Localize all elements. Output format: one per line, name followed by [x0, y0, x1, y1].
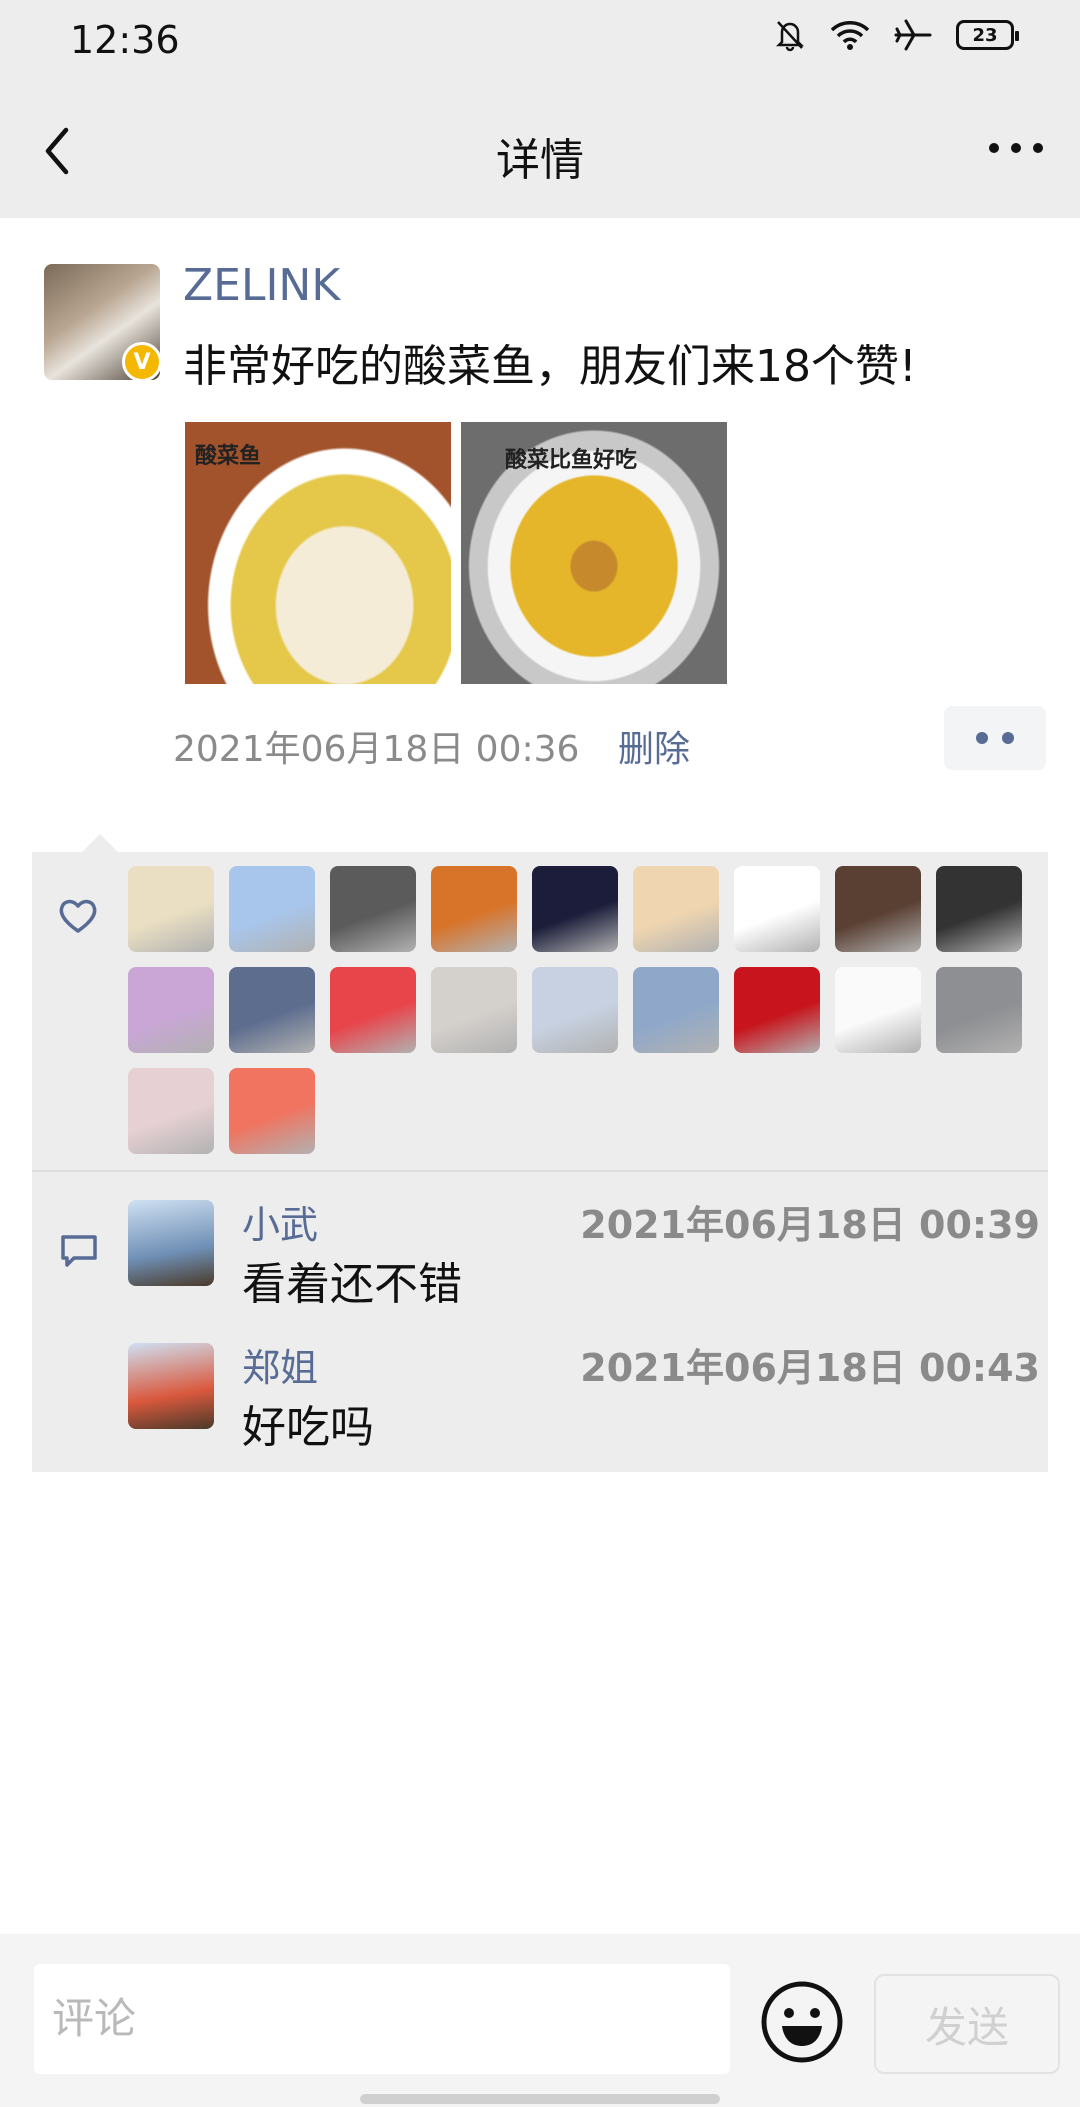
more-dots-icon[interactable] [988, 138, 1044, 158]
status-time: 12:36 [70, 18, 180, 62]
liker-avatar[interactable] [229, 866, 315, 952]
post-photo-1[interactable]: 酸菜鱼 [185, 422, 451, 684]
photo-caption: 酸菜鱼 [195, 444, 262, 469]
comments-section: 小武 2021年06月18日 00:39 看着还不错 郑姐 2021年06月18… [32, 1172, 1048, 1472]
airplane-icon [894, 19, 932, 51]
liker-avatar[interactable] [128, 967, 214, 1053]
likes-section [32, 852, 1048, 1172]
liker-avatar[interactable] [532, 967, 618, 1053]
post-timestamp: 2021年06月18日 00:36 [173, 729, 580, 770]
comment-composer: 评论 发送 [0, 1934, 1080, 2107]
liker-avatar[interactable] [835, 866, 921, 952]
photo-caption: 酸菜比鱼好吃 [505, 448, 638, 473]
dot-icon [976, 732, 988, 744]
liker-avatar[interactable] [734, 866, 820, 952]
nav-bar: 详情 [0, 80, 1080, 218]
commenter-name[interactable]: 小武 [242, 1194, 318, 1249]
liker-avatar[interactable] [330, 967, 416, 1053]
liker-avatar[interactable] [633, 866, 719, 952]
liker-avatar[interactable] [936, 866, 1022, 952]
commenter-avatar[interactable] [128, 1343, 214, 1429]
commenter-name[interactable]: 郑姐 [242, 1337, 318, 1392]
liker-avatar[interactable] [431, 866, 517, 952]
wifi-icon [830, 21, 870, 50]
liker-avatar[interactable] [431, 967, 517, 1053]
author-name[interactable]: ZELINK [183, 260, 340, 311]
comment-item[interactable]: 郑姐 2021年06月18日 00:43 好吃吗 [128, 1343, 1040, 1453]
page-title: 详情 [496, 135, 584, 186]
liker-avatar[interactable] [532, 866, 618, 952]
liker-avatar[interactable] [633, 967, 719, 1053]
smiley-icon[interactable] [760, 1980, 844, 2064]
liker-avatar[interactable] [229, 967, 315, 1053]
liker-avatars [128, 866, 1022, 1154]
delete-link[interactable]: 删除 [618, 720, 690, 772]
post-actions-button[interactable] [944, 706, 1046, 770]
comment-time: 2021年06月18日 00:43 [580, 1346, 1040, 1390]
mute-bell-icon [775, 21, 805, 52]
liker-avatar[interactable] [229, 1068, 315, 1154]
dot-icon [1002, 732, 1014, 744]
comment-text: 好吃吗 [242, 1402, 374, 1453]
comment-input[interactable]: 评论 [34, 1964, 730, 2074]
status-icons: 23 [774, 18, 1019, 52]
home-indicator [360, 2094, 720, 2104]
liker-avatar[interactable] [128, 866, 214, 952]
liker-avatar[interactable] [734, 967, 820, 1053]
battery-icon: 23 [956, 20, 1019, 50]
comment-item[interactable]: 小武 2021年06月18日 00:39 看着还不错 [128, 1200, 1040, 1310]
liker-avatar[interactable] [835, 967, 921, 1053]
post-photo-2[interactable]: 酸菜比鱼好吃 [461, 422, 727, 684]
comment-icon [61, 1235, 97, 1267]
liker-avatar[interactable] [936, 967, 1022, 1053]
liker-avatar[interactable] [330, 866, 416, 952]
post-text: 非常好吃的酸菜鱼，朋友们来18个赞! [183, 341, 917, 392]
status-bar: 12:36 23 [0, 0, 1080, 80]
comment-text: 看着还不错 [242, 1259, 462, 1310]
send-button[interactable]: 发送 [874, 1974, 1060, 2074]
panel-pointer [82, 834, 118, 852]
heart-icon [59, 899, 97, 933]
interactions-panel: 小武 2021年06月18日 00:39 看着还不错 郑姐 2021年06月18… [32, 834, 1048, 1472]
verified-badge: V [122, 342, 162, 382]
commenter-avatar[interactable] [128, 1200, 214, 1286]
comment-time: 2021年06月18日 00:39 [580, 1203, 1040, 1247]
liker-avatar[interactable] [128, 1068, 214, 1154]
